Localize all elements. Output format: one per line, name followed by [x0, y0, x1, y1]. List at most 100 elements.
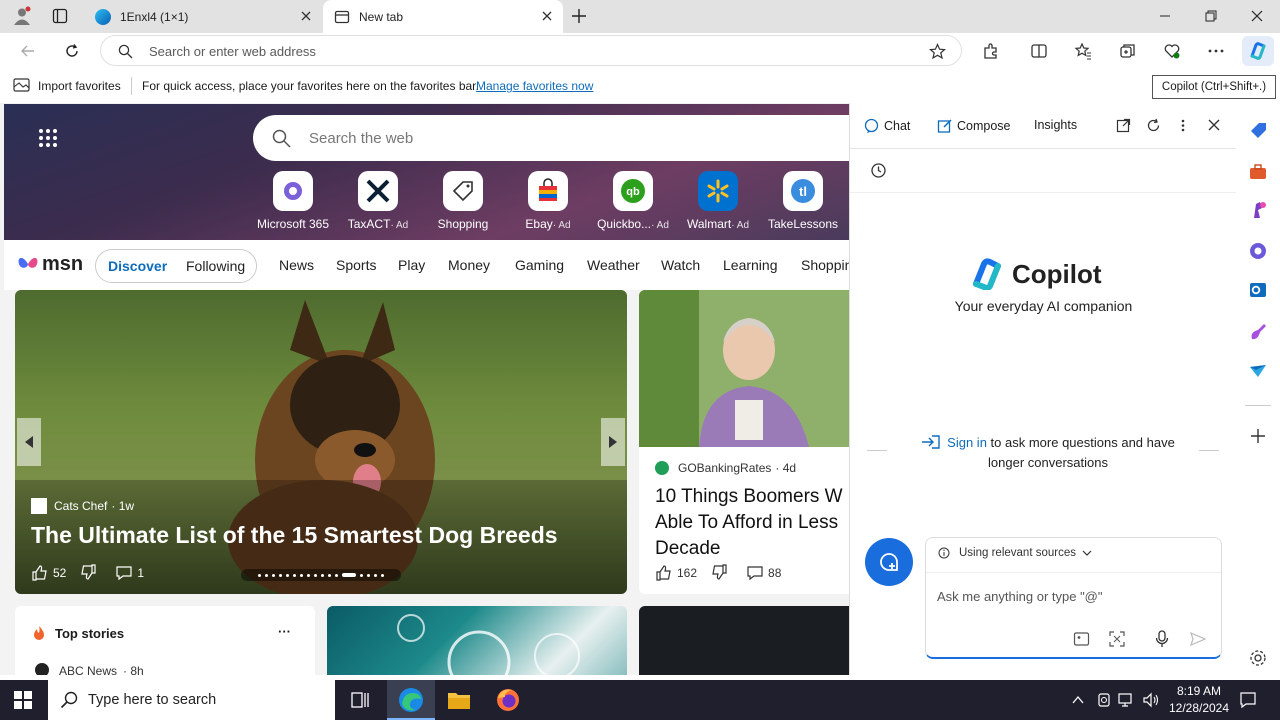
main-story-title[interactable]: The Ultimate List of the 15 Smartest Dog… — [31, 522, 558, 549]
like-icon[interactable] — [31, 564, 48, 581]
clock-time[interactable]: 8:19 AM — [1171, 684, 1227, 698]
copilot-refresh-icon[interactable] — [1146, 118, 1161, 133]
device-icon[interactable] — [1097, 692, 1111, 708]
web-search-box[interactable]: Search the web — [253, 115, 853, 161]
taskbar-search-box[interactable]: Type here to search — [48, 680, 335, 720]
tile-microsoft-365[interactable]: Microsoft 365 — [254, 171, 332, 231]
tile-walmart[interactable]: Walmart· Ad — [679, 171, 757, 231]
tile-takelessons[interactable]: tl TakeLessons — [764, 171, 842, 231]
favorite-star-icon[interactable] — [929, 43, 946, 60]
tile-ebay[interactable]: Ebay· Ad — [509, 171, 587, 231]
tile-taxact[interactable]: TaxACT· Ad — [339, 171, 417, 231]
signin-rule-left — [867, 450, 887, 451]
start-button[interactable] — [14, 691, 32, 709]
nav-shopping[interactable]: Shoppin — [801, 257, 852, 273]
close-tab-icon[interactable] — [299, 9, 313, 23]
file-explorer-icon[interactable] — [447, 689, 471, 711]
taskbar-edge-button[interactable] — [387, 680, 435, 720]
back-icon[interactable] — [13, 37, 43, 65]
carousel-next-button[interactable] — [601, 418, 625, 466]
nav-play[interactable]: Play — [398, 257, 425, 273]
outlook-icon[interactable] — [1248, 280, 1268, 300]
add-image-icon[interactable] — [1073, 630, 1091, 648]
like-icon[interactable] — [655, 564, 672, 581]
copilot-tab-insights[interactable]: Insights — [1034, 118, 1077, 132]
top-stories-more-button[interactable]: ··· — [278, 624, 291, 639]
main-story-card[interactable]: Cats Chef · 1w The Ultimate List of the … — [15, 290, 627, 594]
nav-sports[interactable]: Sports — [336, 257, 376, 273]
open-in-new-icon[interactable] — [1116, 118, 1131, 133]
nav-gaming[interactable]: Gaming — [515, 257, 564, 273]
copilot-tab-chat[interactable]: Chat — [864, 118, 910, 133]
new-topic-button[interactable] — [865, 538, 913, 586]
nav-learning[interactable]: Learning — [723, 257, 778, 273]
close-tab-icon[interactable] — [540, 9, 554, 23]
nav-news[interactable]: News — [279, 257, 314, 273]
tab-1enxl4[interactable]: 1Enxl4 (1×1) — [84, 0, 322, 33]
sidebar-settings-icon[interactable] — [1248, 648, 1268, 668]
volume-icon[interactable] — [1142, 692, 1160, 708]
following-pill[interactable]: Following — [186, 258, 245, 274]
collections-icon[interactable] — [1113, 37, 1143, 65]
msn-logo[interactable]: msn — [16, 252, 83, 276]
import-favorites-icon[interactable] — [13, 78, 30, 93]
history-icon[interactable] — [870, 162, 887, 179]
show-hidden-icons-icon[interactable] — [1072, 695, 1084, 705]
send-icon[interactable] — [1190, 631, 1206, 647]
copilot-more-icon[interactable] — [1180, 118, 1186, 133]
carousel-dots[interactable] — [241, 569, 401, 581]
side-story-card[interactable]: GOBankingRates · 4d 10 Things Boomers W A… — [639, 290, 851, 594]
tab-new-tab[interactable]: New tab — [323, 0, 563, 33]
favorites-icon[interactable] — [1068, 37, 1098, 65]
designer-icon[interactable] — [1248, 322, 1268, 342]
network-icon[interactable] — [1118, 692, 1136, 708]
dislike-icon[interactable] — [80, 564, 97, 581]
copilot-toolbar-button[interactable] — [1242, 36, 1274, 66]
extensions-icon[interactable] — [976, 37, 1006, 65]
browser-essentials-icon[interactable] — [1157, 37, 1187, 65]
tile-shopping[interactable]: Shopping — [424, 171, 502, 231]
address-bar[interactable]: Search or enter web address — [100, 35, 962, 66]
comment-icon[interactable] — [746, 564, 764, 581]
new-tab-plus-icon[interactable] — [570, 7, 588, 25]
shopping-tag-rail-icon[interactable] — [1248, 121, 1268, 141]
shopping-story-card[interactable] — [327, 606, 627, 675]
nav-weather[interactable]: Weather — [587, 257, 640, 273]
microphone-icon[interactable] — [1155, 630, 1169, 648]
dark-story-card[interactable] — [639, 606, 851, 675]
tools-briefcase-icon[interactable] — [1248, 162, 1268, 182]
microsoft-365-rail-icon[interactable] — [1248, 241, 1268, 261]
tab-actions-icon[interactable] — [52, 8, 68, 24]
more-menu-icon[interactable] — [1201, 37, 1231, 65]
import-favorites-button[interactable]: Import favorites — [38, 79, 121, 93]
copilot-input[interactable]: Ask me anything or type "@" — [937, 589, 1103, 604]
restore-button[interactable] — [1188, 0, 1234, 32]
notifications-icon[interactable] — [1239, 691, 1257, 709]
nav-watch[interactable]: Watch — [661, 257, 700, 273]
add-sidebar-app-icon[interactable] — [1248, 426, 1268, 446]
app-launcher-icon[interactable] — [38, 128, 58, 148]
refresh-icon[interactable] — [57, 37, 87, 65]
copilot-close-icon[interactable] — [1207, 118, 1221, 132]
carousel-prev-button[interactable] — [17, 418, 41, 466]
minimize-button[interactable] — [1142, 0, 1188, 32]
comment-icon[interactable] — [115, 564, 133, 581]
screenshot-icon[interactable] — [1108, 630, 1126, 648]
games-icon[interactable] — [1248, 200, 1268, 220]
sign-in-link[interactable]: Sign in — [947, 435, 987, 450]
split-screen-icon[interactable] — [1024, 37, 1054, 65]
discover-pill[interactable]: Discover — [108, 258, 167, 274]
task-view-icon[interactable] — [350, 690, 370, 710]
nav-money[interactable]: Money — [448, 257, 490, 273]
firefox-icon[interactable] — [496, 688, 520, 712]
profile-icon[interactable] — [12, 6, 32, 26]
sources-selector[interactable]: Using relevant sources — [938, 547, 1092, 559]
side-story-title[interactable]: 10 Things Boomers W Able To Afford in Les… — [655, 484, 851, 562]
drop-icon[interactable] — [1248, 361, 1268, 381]
close-window-button[interactable] — [1234, 0, 1280, 32]
manage-favorites-link[interactable]: Manage favorites now — [476, 79, 593, 93]
clock-date[interactable]: 12/28/2024 — [1164, 701, 1234, 715]
dislike-icon[interactable] — [711, 564, 728, 581]
copilot-tab-compose[interactable]: Compose — [937, 118, 1011, 133]
tile-quickbooks[interactable]: qb Quickbo...· Ad — [594, 171, 672, 231]
